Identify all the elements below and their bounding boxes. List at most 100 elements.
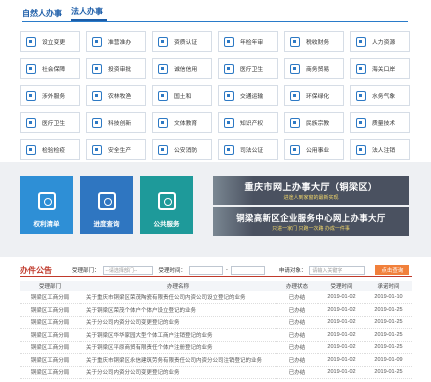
cell-matter[interactable]: 关于铜梁区华华家园大型个体工商户注销登记的业务 <box>80 328 276 342</box>
building-icon <box>26 36 36 47</box>
safety-icon <box>92 144 102 155</box>
table-row[interactable]: 铜梁区工商分局 关于分公司内资分公司变更登记的业务 已办结 2019-01-02 201… <box>20 316 412 329</box>
category-item[interactable]: 年检年审 <box>218 31 278 52</box>
applicant-input[interactable]: 请输入关键字 <box>309 265 366 275</box>
start-date-input[interactable] <box>189 265 224 275</box>
cell-dept: 铜梁区工商分局 <box>20 341 80 354</box>
category-item[interactable]: 交通运输 <box>218 85 278 106</box>
cell-dept: 铜梁区工商分局 <box>20 366 80 379</box>
category-item[interactable]: 投资审批 <box>86 58 146 79</box>
cell-accept-time: 2019-01-02 <box>318 366 365 379</box>
category-label: 涉外服务 <box>42 94 66 100</box>
land-icon <box>158 90 168 101</box>
table-row[interactable]: 铜梁区工商分局 关于铜梁区平原商贸有限责任个体户注册登记的业务 已办结 2019-01… <box>20 341 412 354</box>
notice-table: 受理部门 办理名称 办理状态 受理时间 承诺时间 铜梁区工商分局 关于重庆市铜梁区… <box>20 281 412 379</box>
search-button[interactable]: 点击查询 <box>375 265 410 275</box>
category-label: 资质认证 <box>174 40 198 46</box>
category-item[interactable]: 社会保障 <box>20 58 80 79</box>
category-item[interactable]: 人力资源 <box>350 31 410 52</box>
category-label: 国土和 <box>174 94 192 100</box>
tile-progress-query[interactable]: 进度查询 <box>80 176 133 234</box>
category-label: 人力资源 <box>372 40 396 46</box>
investment-icon <box>92 63 102 74</box>
medical-icon <box>224 63 234 74</box>
cell-dept: 铜梁区工商分局 <box>20 328 80 342</box>
category-item[interactable]: 检验检疫 <box>20 139 80 160</box>
permit-icon <box>92 36 102 47</box>
category-item[interactable]: 法人注销 <box>350 139 410 160</box>
category-item[interactable]: 准营准办 <box>86 31 146 52</box>
category-item[interactable]: 环保绿化 <box>284 85 344 106</box>
category-item[interactable]: 水务气象 <box>350 85 410 106</box>
category-item[interactable]: 科技创新 <box>86 112 146 133</box>
category-item[interactable]: 国土和 <box>152 85 212 106</box>
col-matter: 办理名称 <box>80 281 276 291</box>
cell-matter[interactable]: 关于分公司内资分公司变更登记的业务 <box>80 366 276 379</box>
cell-status: 已办结 <box>276 303 318 317</box>
tab-personal[interactable]: 自然人办事 <box>22 8 66 21</box>
category-label: 投资审批 <box>108 67 132 73</box>
category-item[interactable]: 知识产权 <box>218 112 278 133</box>
cell-promise-time: 2019-01-10 <box>365 291 412 304</box>
cell-matter[interactable]: 关于分公司内资分公司变更登记的业务 <box>80 316 276 329</box>
category-item[interactable]: 司法公证 <box>218 139 278 160</box>
applicant-label: 申请对象： <box>278 268 307 274</box>
col-dept: 受理部门 <box>20 281 80 291</box>
category-label: 设立变更 <box>42 40 66 46</box>
category-item[interactable]: 公用事业 <box>284 139 344 160</box>
cell-matter[interactable]: 关于铜梁区荣茂个体户个体户设立登记的业务 <box>80 303 276 317</box>
time-label: 受理时间： <box>158 268 187 274</box>
banner-title: 铜梁高新区企业服务中心网上办事大厅 <box>236 212 386 223</box>
category-item[interactable]: 海关口岸 <box>350 58 410 79</box>
cell-status: 已办结 <box>276 366 318 379</box>
dept-select[interactable]: --请选择部门-- <box>102 265 153 275</box>
table-row[interactable]: 铜梁区工商分局 关于铜梁区华华家园大型个体工商户注销登记的业务 已办结 2019-01… <box>20 328 412 342</box>
table-header-row: 受理部门 办理名称 办理状态 受理时间 承诺时间 <box>20 281 412 291</box>
category-label: 海关口岸 <box>372 67 396 73</box>
cell-accept-time: 2019-01-02 <box>318 328 365 342</box>
category-item[interactable]: 安全生产 <box>86 139 146 160</box>
category-item[interactable]: 医疗卫生 <box>20 112 80 133</box>
tile-label: 权利清单 <box>33 221 60 228</box>
table-row[interactable]: 铜梁区工商分局 关于重庆市铜梁区荣茂陶瓷有限责任公司内资公司设立登记的业务 已办结 2… <box>20 291 412 304</box>
category-item[interactable]: 涉外服务 <box>20 85 80 106</box>
category-item[interactable]: 设立变更 <box>20 31 80 52</box>
cell-matter[interactable]: 关于重庆市铜梁区荣茂陶瓷有限责任公司内资公司设立登记的业务 <box>80 291 276 304</box>
category-item[interactable]: 农林牧渔 <box>86 85 146 106</box>
weather-icon <box>356 90 366 101</box>
banner-district-hall[interactable]: 重庆市网上办事大厅（铜梁区） 进途人到家窗的最新实现 <box>213 176 409 205</box>
banner-hightech-hall[interactable]: 铜梁高新区企业服务中心网上办事大厅 只进一家门 只跑一次路 办成一件事 <box>213 207 409 236</box>
category-item[interactable]: 公安消防 <box>152 139 212 160</box>
cell-matter[interactable]: 关于重庆市铜梁区永信建筑劳务有限责任公司内资分公司注销登记的业务 <box>80 353 276 367</box>
cell-promise-time: 2019-01-25 <box>365 303 412 317</box>
category-item[interactable]: 资质认证 <box>152 31 212 52</box>
category-label: 科技创新 <box>108 121 132 127</box>
table-row[interactable]: 铜梁区工商分局 关于分公司内资分公司变更登记的业务 已办结 2019-01-02 201… <box>20 366 412 379</box>
category-label: 商务贸易 <box>306 67 330 73</box>
col-promise-time: 承诺时间 <box>365 281 412 291</box>
category-item[interactable]: 商务贸易 <box>284 58 344 79</box>
end-date-input[interactable] <box>230 265 265 275</box>
category-item[interactable]: 诚信信用 <box>152 58 212 79</box>
service-tabs: 自然人办事 法人办事 <box>22 6 408 22</box>
table-row[interactable]: 铜梁区工商分局 关于铜梁区荣茂个体户个体户设立登记的业务 已办结 2019-01-02… <box>20 303 412 317</box>
tile-public-service[interactable]: 公共服务 <box>140 176 193 234</box>
cell-accept-time: 2019-01-02 <box>318 341 365 354</box>
cell-accept-time: 2019-01-02 <box>318 291 365 304</box>
calendar-icon <box>224 36 234 47</box>
category-item[interactable]: 医疗卫生 <box>218 58 278 79</box>
category-label: 医疗卫生 <box>42 121 66 127</box>
category-item[interactable]: 税收财务 <box>284 31 344 52</box>
table-row[interactable]: 铜梁区工商分局 关于重庆市铜梁区永信建筑劳务有限责任公司内资分公司注销登记的业务已… <box>20 353 412 367</box>
category-item[interactable]: 质量技术 <box>350 112 410 133</box>
category-item[interactable]: 文体教育 <box>152 112 212 133</box>
innovation-icon <box>92 117 102 128</box>
cell-status: 已办结 <box>276 316 318 329</box>
tile-rights-list[interactable]: 权利清单 <box>20 176 73 234</box>
cell-matter[interactable]: 关于铜梁区平原商贸有限责任个体户注册登记的业务 <box>80 341 276 354</box>
category-label: 公安消防 <box>174 148 198 154</box>
tab-legal[interactable]: 法人办事 <box>71 6 107 21</box>
category-label: 司法公证 <box>240 148 264 154</box>
category-item[interactable]: 民族宗教 <box>284 112 344 133</box>
cell-status: 已办结 <box>276 328 318 342</box>
